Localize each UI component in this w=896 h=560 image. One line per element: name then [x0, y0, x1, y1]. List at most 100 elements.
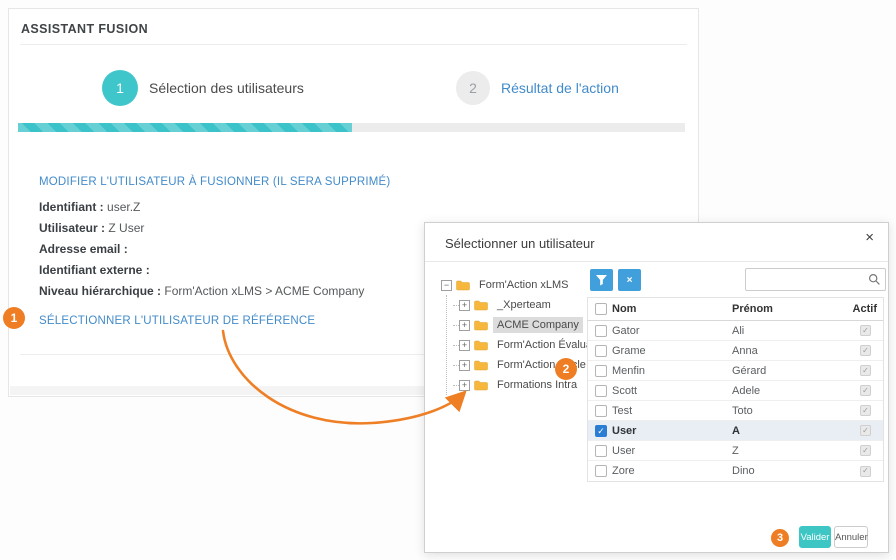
field-utilisateur: Utilisateur : Z User	[39, 218, 364, 239]
users-table: Nom Prénom Actif GatorAli✓GrameAnna✓Menf…	[587, 297, 884, 482]
row-checkbox[interactable]	[595, 365, 607, 377]
cell-nom: Grame	[612, 345, 732, 357]
cell-nom: Zore	[612, 465, 732, 477]
search-icon	[868, 273, 881, 286]
row-checkbox[interactable]: ✓	[595, 425, 607, 437]
funnel-icon	[596, 275, 607, 286]
wizard-step-1: 1 Sélection des utilisateurs	[102, 70, 304, 106]
dialog-header-divider	[425, 261, 888, 262]
expand-icon[interactable]: +	[459, 340, 470, 351]
cell-prenom: Dino	[732, 465, 848, 477]
select-all-checkbox[interactable]	[595, 303, 607, 315]
actif-checkbox: ✓	[860, 425, 871, 436]
table-body: GatorAli✓GrameAnna✓MenfinGérard✓ScottAde…	[588, 321, 883, 481]
table-row[interactable]: GrameAnna ✓	[588, 341, 883, 361]
page-title: ASSISTANT FUSION	[21, 22, 148, 36]
table-row[interactable]: ScottAdele✓	[588, 381, 883, 401]
validate-button[interactable]: Valider	[799, 526, 831, 548]
step-badge-1: 1	[3, 307, 25, 329]
cell-prenom: Ali	[732, 325, 848, 337]
actif-checkbox: ✓	[860, 445, 871, 456]
row-checkbox[interactable]	[595, 385, 607, 397]
field-label: Utilisateur :	[39, 221, 105, 235]
row-checkbox[interactable]	[595, 325, 607, 337]
tree-node-label[interactable]: ACME Company	[493, 317, 583, 333]
table-row[interactable]: UserZ ✓	[588, 441, 883, 461]
search-box	[745, 268, 886, 291]
table-header: Nom Prénom Actif	[588, 298, 883, 321]
cell-prenom: Z	[732, 445, 848, 457]
tree-node-root[interactable]: − Form'Action xLMS	[441, 275, 614, 295]
actif-checkbox: ✓	[860, 345, 871, 356]
actif-checkbox: ✓	[860, 385, 871, 396]
modify-user-link[interactable]: MODIFIER L'UTILISATEUR À FUSIONNER (IL S…	[39, 176, 390, 188]
step-1-circle: 1	[102, 70, 138, 106]
field-value: Form'Action xLMS > ACME Company	[164, 284, 364, 298]
expand-icon[interactable]: +	[459, 320, 470, 331]
cancel-button[interactable]: Annuler	[834, 526, 868, 548]
wizard-step-2: 2 Résultat de l'action	[456, 71, 619, 105]
actif-checkbox: ✓	[860, 466, 871, 477]
close-icon[interactable]: ×	[865, 229, 874, 247]
cell-prenom: A	[732, 425, 848, 437]
search-input[interactable]	[745, 268, 886, 291]
table-row[interactable]: TestToto ✓	[588, 401, 883, 421]
clear-icon: ×	[627, 275, 633, 286]
actif-checkbox: ✓	[860, 405, 871, 416]
actif-checkbox: ✓	[860, 365, 871, 376]
step-2-label: Résultat de l'action	[501, 80, 619, 96]
folder-icon	[456, 280, 470, 291]
table-row[interactable]: GatorAli ✓	[588, 321, 883, 341]
field-label: Adresse email :	[39, 242, 128, 256]
column-nom: Nom	[612, 303, 732, 315]
column-prenom: Prénom	[732, 303, 853, 315]
cell-nom: Scott	[612, 385, 732, 397]
field-label: Identifiant :	[39, 200, 104, 214]
row-checkbox[interactable]	[595, 445, 607, 457]
filter-button[interactable]	[590, 269, 613, 291]
cell-nom: User	[612, 425, 732, 437]
expand-icon[interactable]: +	[459, 300, 470, 311]
field-niveau-hierarchique: Niveau hiérarchique : Form'Action xLMS >…	[39, 281, 364, 302]
dialog-title: Sélectionner un utilisateur	[445, 236, 595, 251]
cell-nom: Menfin	[612, 365, 732, 377]
folder-icon	[474, 320, 488, 331]
folder-icon	[474, 380, 488, 391]
collapse-icon[interactable]: −	[441, 280, 452, 291]
field-value: Z User	[108, 221, 144, 235]
field-identifiant: Identifiant : user.Z	[39, 197, 364, 218]
cell-prenom: Toto	[732, 405, 848, 417]
progress-bar-track	[18, 123, 685, 132]
folder-icon	[474, 340, 488, 351]
table-row[interactable]: ZoreDino ✓	[588, 461, 883, 481]
row-checkbox[interactable]	[595, 345, 607, 357]
expand-icon[interactable]: +	[459, 380, 470, 391]
step-2-circle: 2	[456, 71, 490, 105]
header-divider	[20, 44, 687, 45]
progress-bar-fill	[18, 123, 352, 132]
cell-nom: Test	[612, 405, 732, 417]
row-checkbox[interactable]	[595, 465, 607, 477]
cell-prenom: Anna	[732, 345, 848, 357]
table-row[interactable]: MenfinGérard ✓	[588, 361, 883, 381]
actif-checkbox: ✓	[860, 325, 871, 336]
select-user-dialog: Sélectionner un utilisateur × − Form'Act…	[424, 222, 889, 553]
field-identifiant-externe: Identifiant externe :	[39, 260, 364, 281]
field-label: Niveau hiérarchique :	[39, 284, 161, 298]
user-details: Identifiant : user.Z Utilisateur : Z Use…	[39, 197, 364, 302]
row-checkbox[interactable]	[595, 405, 607, 417]
clear-filter-button[interactable]: ×	[618, 269, 641, 291]
folder-icon	[474, 360, 488, 371]
tree-node-label[interactable]: _Xperteam	[493, 297, 555, 313]
table-row[interactable]: ✓ UserA ✓	[588, 421, 883, 441]
expand-icon[interactable]: +	[459, 360, 470, 371]
tree-node-label[interactable]: Form'Action xLMS	[475, 277, 573, 293]
cell-nom: User	[612, 445, 732, 457]
cell-prenom: Gérard	[732, 365, 848, 377]
field-value: user.Z	[107, 200, 140, 214]
select-reference-user-link[interactable]: SÉLECTIONNER L'UTILISATEUR DE RÉFÉRENCE	[39, 315, 315, 327]
step-1-label: Sélection des utilisateurs	[149, 80, 304, 96]
step-badge-2: 2	[555, 358, 577, 380]
field-label: Identifiant externe :	[39, 263, 150, 277]
cell-nom: Gator	[612, 325, 732, 337]
